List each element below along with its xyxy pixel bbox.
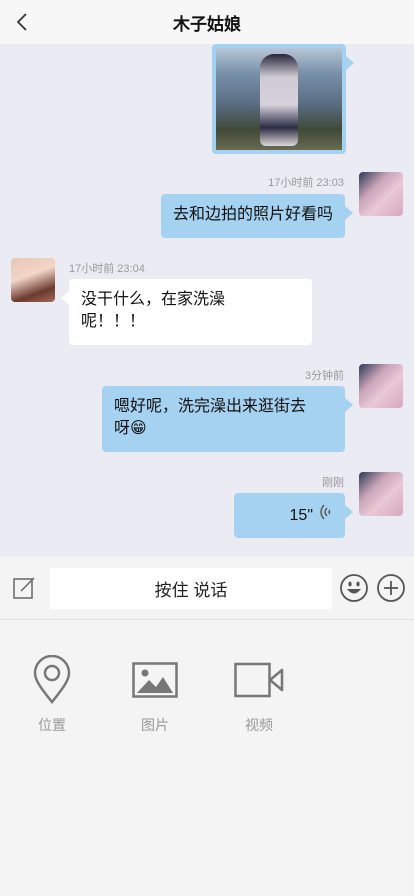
message-time: 3分钟前: [304, 370, 344, 382]
avatar[interactable]: [359, 472, 403, 516]
message-bubble[interactable]: 去和边拍的照片好看吗: [160, 194, 354, 238]
image-button[interactable]: 图片: [115, 655, 195, 735]
location-button[interactable]: 位置: [12, 655, 92, 735]
voice-message[interactable]: 15": [234, 493, 353, 538]
location-pin-icon: [32, 655, 72, 705]
message-time: 刚刚: [322, 477, 344, 489]
add-icon[interactable]: [376, 573, 406, 603]
extras-panel: 位置 图片 视频: [0, 621, 414, 896]
nav-header: 木子姑娘: [0, 0, 414, 44]
emoji-icon[interactable]: [339, 573, 369, 603]
back-chevron-icon[interactable]: [8, 8, 36, 36]
hold-to-talk-button[interactable]: 按住 说话: [50, 568, 332, 609]
location-label: 位置: [38, 717, 66, 733]
image-label: 图片: [141, 717, 169, 733]
image-icon: [132, 655, 178, 705]
voice-duration: 15": [289, 506, 313, 524]
message-photo[interactable]: [216, 48, 342, 150]
video-button[interactable]: 视频: [219, 655, 299, 735]
chat-messages[interactable]: 17小时前 23:03 去和边拍的照片好看吗 17小时前 23:04 没干什么，…: [0, 44, 414, 557]
image-message[interactable]: [212, 44, 354, 154]
chat-title: 木子姑娘: [173, 14, 241, 34]
message-bubble[interactable]: 没干什么，在家洗澡 呢！！！: [61, 279, 312, 345]
input-bar: 按住 说话: [0, 557, 414, 620]
avatar[interactable]: [359, 364, 403, 408]
avatar[interactable]: [359, 172, 403, 216]
video-label: 视频: [245, 717, 273, 733]
message-bubble[interactable]: 嗯好呢，洗完澡出来逛街去 呀😁: [102, 386, 353, 452]
avatar[interactable]: [11, 258, 55, 302]
video-camera-icon: [234, 655, 284, 705]
message-time: 17小时前 23:03: [268, 177, 344, 189]
message-time: 17小时前 23:04: [69, 263, 145, 275]
voice-wave-icon: [317, 502, 333, 529]
edit-icon[interactable]: [12, 575, 38, 601]
